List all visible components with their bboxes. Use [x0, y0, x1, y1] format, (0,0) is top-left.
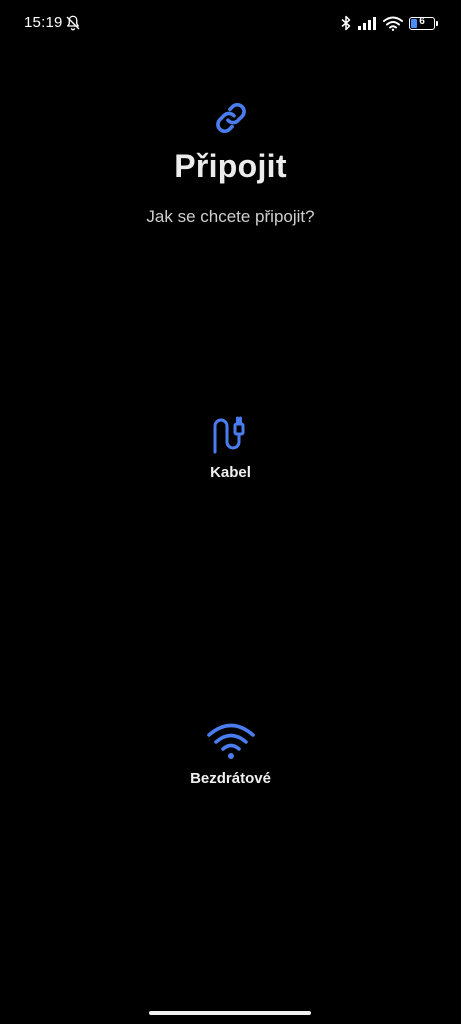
status-icons: 6	[341, 14, 438, 32]
page-title: Připojit	[174, 148, 287, 184]
status-bar: 15:19 6	[0, 0, 461, 48]
wireless-option-button[interactable]: Bezdrátové	[130, 720, 331, 787]
battery-icon: 6	[409, 15, 438, 30]
signal-icon	[358, 17, 376, 30]
cable-option-label: Kabel	[210, 464, 251, 481]
wireless-option-label: Bezdrátové	[190, 770, 271, 787]
link-icon	[215, 103, 246, 133]
usb-cable-icon	[213, 416, 244, 454]
wifi-status-icon	[383, 16, 403, 31]
status-time: 15:19	[24, 14, 63, 31]
home-indicator[interactable]	[149, 1011, 311, 1015]
wifi-icon	[206, 723, 255, 759]
page-subtitle: Jak se chcete připojit?	[146, 207, 315, 226]
battery-level: 6	[419, 15, 425, 27]
header: Připojit Jak se chcete připojit?	[0, 100, 461, 227]
cable-option-button[interactable]: Kabel	[130, 412, 331, 481]
bluetooth-icon	[341, 15, 351, 31]
bell-off-icon	[66, 15, 80, 31]
